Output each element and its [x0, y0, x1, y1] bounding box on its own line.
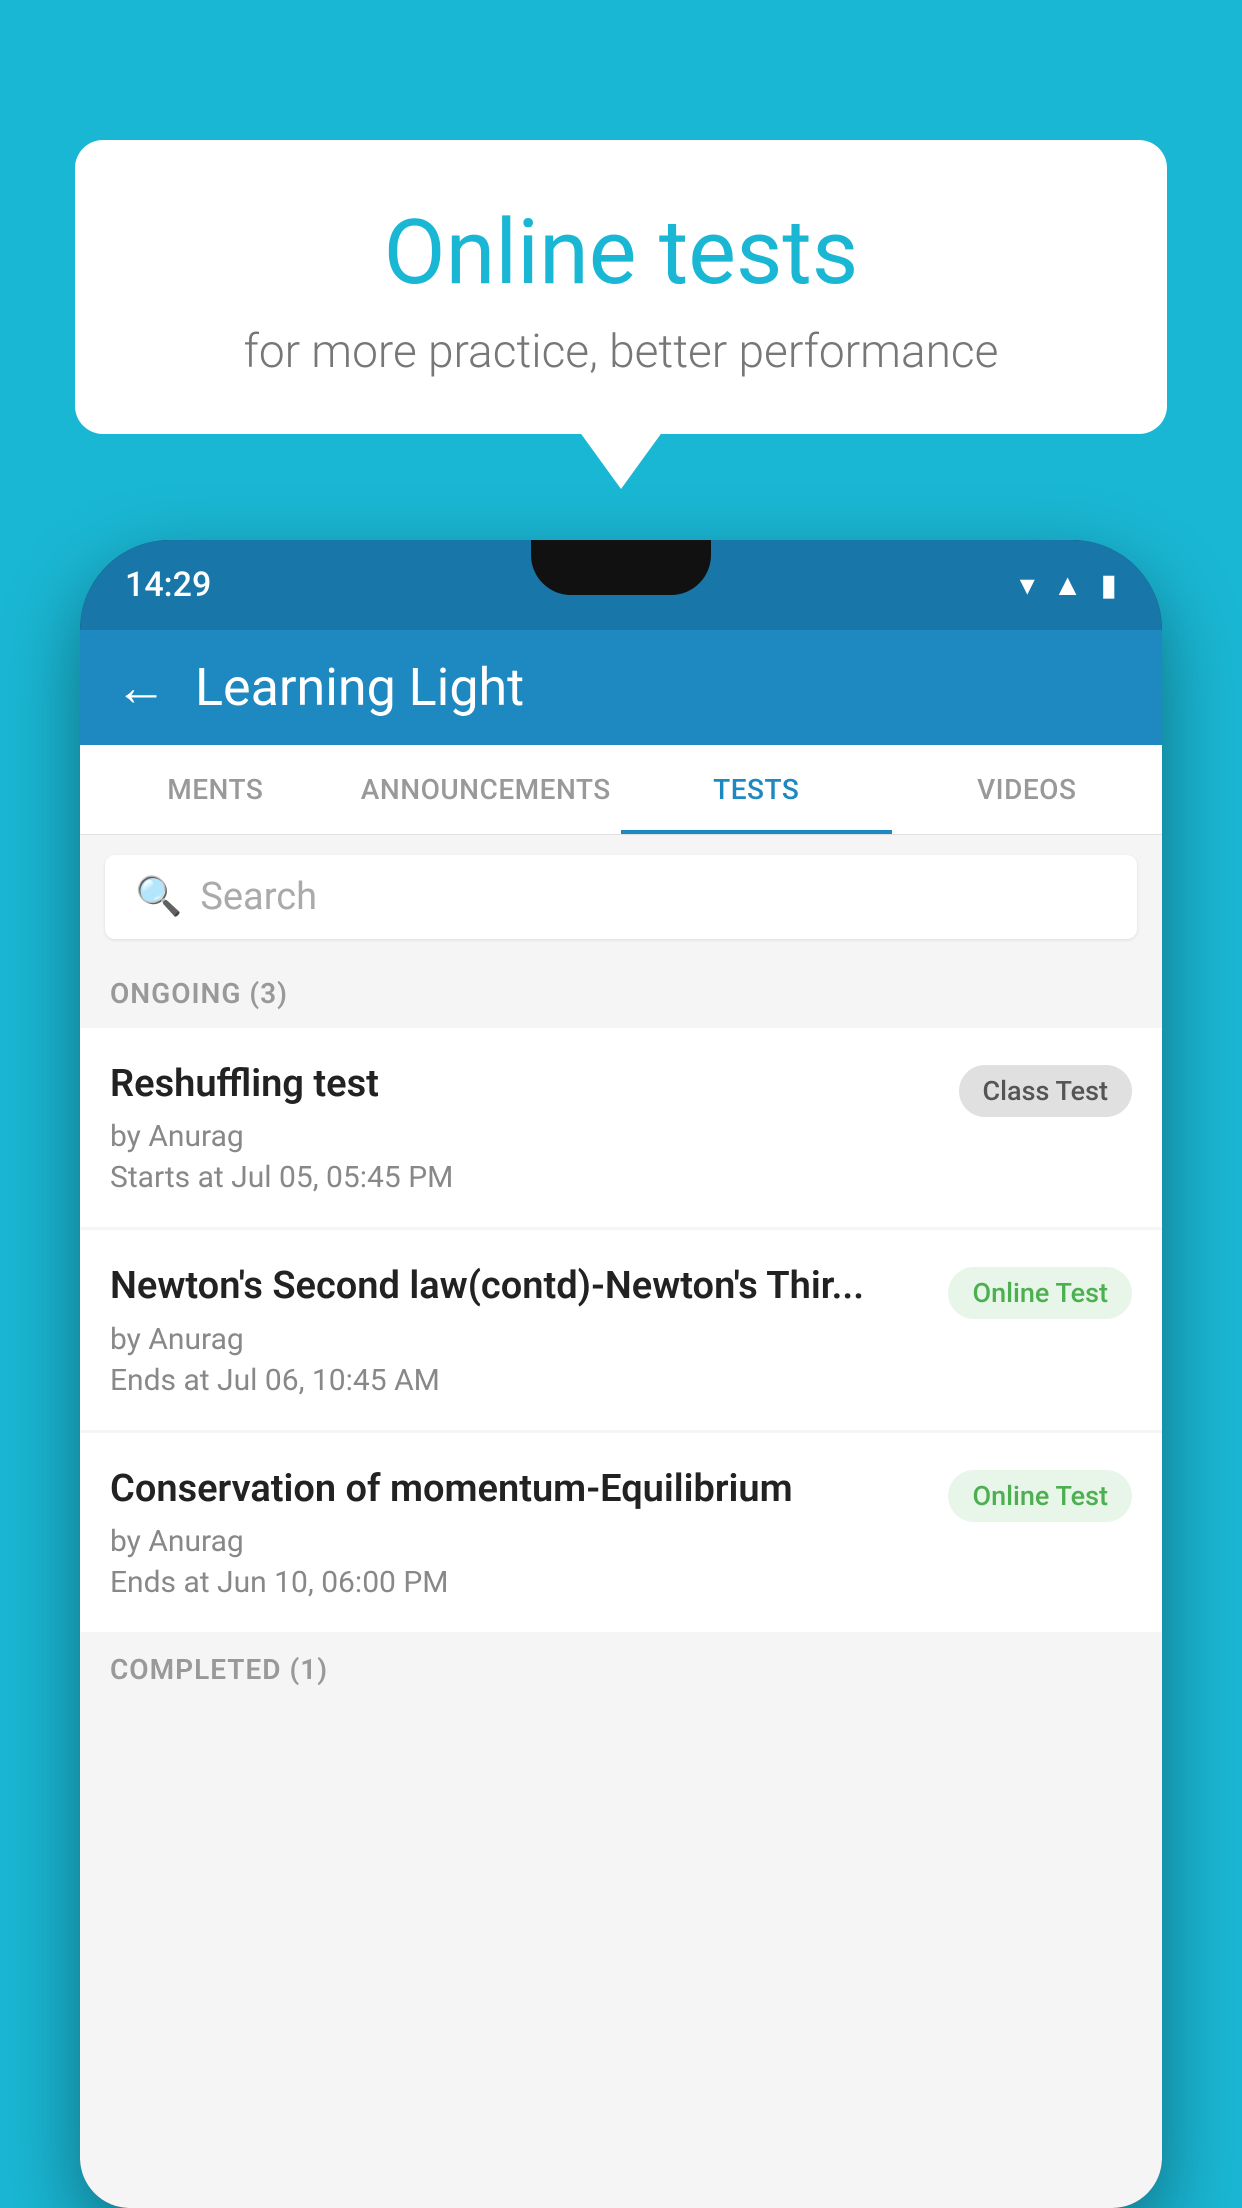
completed-section-header: COMPLETED (1) [80, 1635, 1162, 1694]
test-name: Newton's Second law(contd)-Newton's Thir… [110, 1262, 930, 1311]
test-name: Reshuffling test [110, 1060, 941, 1109]
phone-frame: 14:29 ▾ ▲ ▮ ← Learning Light MENTS ANNOU… [80, 540, 1162, 2208]
test-badge-online: Online Test [948, 1470, 1132, 1522]
test-info: Conservation of momentum-Equilibrium by … [110, 1465, 930, 1600]
search-placeholder: Search [200, 875, 317, 919]
test-date: Ends at Jul 06, 10:45 AM [110, 1363, 930, 1398]
tab-announcements[interactable]: ANNOUNCEMENTS [351, 745, 622, 834]
test-info: Newton's Second law(contd)-Newton's Thir… [110, 1262, 930, 1397]
test-name: Conservation of momentum-Equilibrium [110, 1465, 930, 1514]
ongoing-section-header: ONGOING (3) [80, 959, 1162, 1028]
status-icons: ▾ ▲ ▮ [1020, 568, 1117, 603]
test-date: Ends at Jun 10, 06:00 PM [110, 1565, 930, 1600]
app-bar: ← Learning Light [80, 630, 1162, 745]
promo-bubble: Online tests for more practice, better p… [75, 140, 1167, 434]
wifi-icon: ▾ [1020, 568, 1035, 603]
tab-bar: MENTS ANNOUNCEMENTS TESTS VIDEOS [80, 745, 1162, 835]
status-bar: 14:29 ▾ ▲ ▮ [80, 540, 1162, 630]
battery-icon: ▮ [1100, 568, 1117, 603]
test-item-newtons[interactable]: Newton's Second law(contd)-Newton's Thir… [80, 1230, 1162, 1429]
search-container: 🔍 Search [80, 835, 1162, 959]
tab-ments[interactable]: MENTS [80, 745, 351, 834]
test-date: Starts at Jul 05, 05:45 PM [110, 1160, 941, 1195]
back-button[interactable]: ← [115, 657, 167, 718]
test-by: by Anurag [110, 1322, 930, 1357]
test-item-conservation[interactable]: Conservation of momentum-Equilibrium by … [80, 1433, 1162, 1632]
test-item-reshuffling[interactable]: Reshuffling test by Anurag Starts at Jul… [80, 1028, 1162, 1227]
search-icon: 🔍 [135, 875, 182, 919]
test-by: by Anurag [110, 1119, 941, 1154]
test-by: by Anurag [110, 1524, 930, 1559]
test-badge-class: Class Test [959, 1065, 1133, 1117]
app-bar-title: Learning Light [195, 657, 524, 718]
content-area: 🔍 Search ONGOING (3) Reshuffling test by… [80, 835, 1162, 2208]
search-bar[interactable]: 🔍 Search [105, 855, 1137, 939]
bubble-title: Online tests [145, 200, 1097, 305]
tab-videos[interactable]: VIDEOS [892, 745, 1163, 834]
test-info: Reshuffling test by Anurag Starts at Jul… [110, 1060, 941, 1195]
bubble-subtitle: for more practice, better performance [145, 325, 1097, 379]
notch [531, 540, 711, 595]
tab-tests[interactable]: TESTS [621, 745, 892, 834]
test-badge-online: Online Test [948, 1267, 1132, 1319]
status-time: 14:29 [125, 565, 211, 605]
signal-icon: ▲ [1053, 568, 1083, 603]
